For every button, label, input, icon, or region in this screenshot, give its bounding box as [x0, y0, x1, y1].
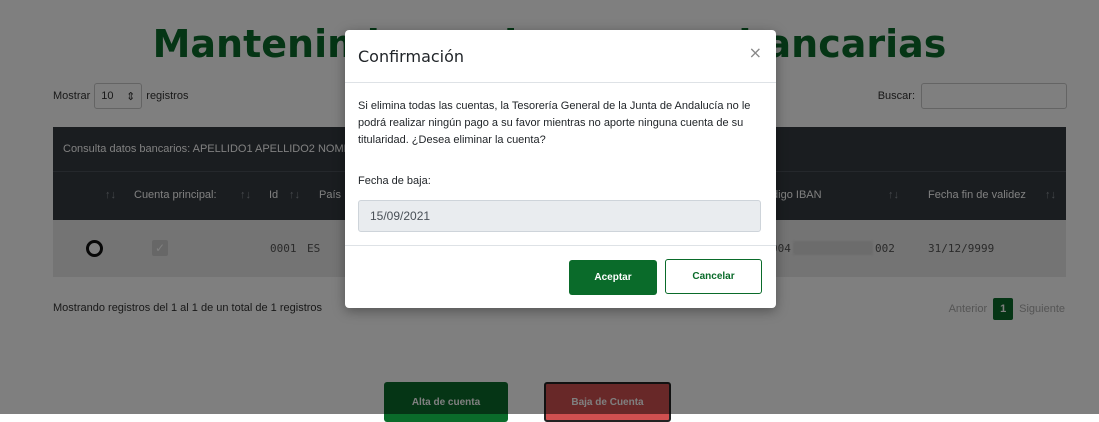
cancel-button[interactable]: Cancelar [665, 259, 762, 294]
modal-body: Si elimina todas las cuentas, la Tesorer… [345, 83, 776, 232]
removal-date-value: 15/09/2021 [370, 208, 431, 223]
modal-message: Si elimina todas las cuentas, la Tesorer… [358, 100, 751, 146]
removal-date-field: 15/09/2021 [358, 200, 761, 232]
date-field-label: Fecha de baja: [358, 175, 431, 187]
modal-title: Confirmación [358, 47, 465, 66]
confirmation-dialog: Confirmación × Si elimina todas las cuen… [345, 30, 776, 308]
modal-footer: Aceptar Cancelar [345, 245, 776, 308]
modal-header: Confirmación × [345, 30, 776, 83]
accept-button[interactable]: Aceptar [569, 260, 657, 295]
close-icon[interactable]: × [749, 43, 762, 62]
